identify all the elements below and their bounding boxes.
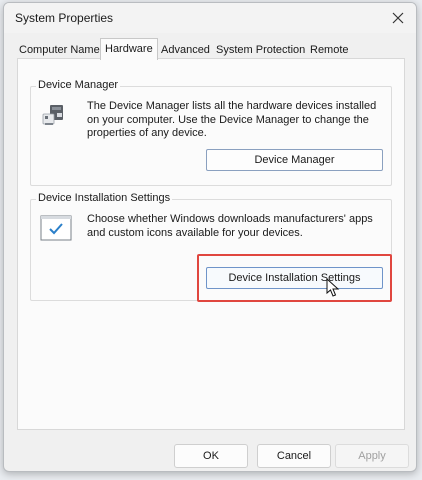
tab-remote[interactable]: Remote <box>308 41 351 59</box>
close-icon <box>392 12 404 24</box>
device-manager-icon <box>42 105 63 125</box>
hardware-panel: Device Manager The Device Manager lists … <box>17 58 405 430</box>
device-manager-group: Device Manager The Device Manager lists … <box>30 79 392 186</box>
system-properties-window: System Properties Computer Name Hardware… <box>3 2 417 472</box>
ok-button[interactable]: OK <box>174 444 248 468</box>
tab-system-protection[interactable]: System Protection <box>214 41 307 59</box>
device-manager-button[interactable]: Device Manager <box>206 149 383 171</box>
device-manager-description: The Device Manager lists all the hardwar… <box>87 100 377 139</box>
highlight-box <box>197 254 392 302</box>
cancel-button[interactable]: Cancel <box>257 444 331 468</box>
checkbox-window-icon <box>40 215 72 241</box>
device-installation-group-label: Device Installation Settings <box>36 192 173 204</box>
tab-computer-name[interactable]: Computer Name <box>17 41 102 59</box>
device-installation-description: Choose whether Windows downloads manufac… <box>87 213 373 239</box>
window-title: System Properties <box>15 11 114 25</box>
device-manager-group-label: Device Manager <box>36 79 121 91</box>
title-bar: System Properties <box>4 3 416 33</box>
close-button[interactable] <box>380 3 416 33</box>
tab-hardware[interactable]: Hardware <box>100 38 158 60</box>
tab-advanced[interactable]: Advanced <box>159 41 212 59</box>
apply-button[interactable]: Apply <box>335 444 409 468</box>
